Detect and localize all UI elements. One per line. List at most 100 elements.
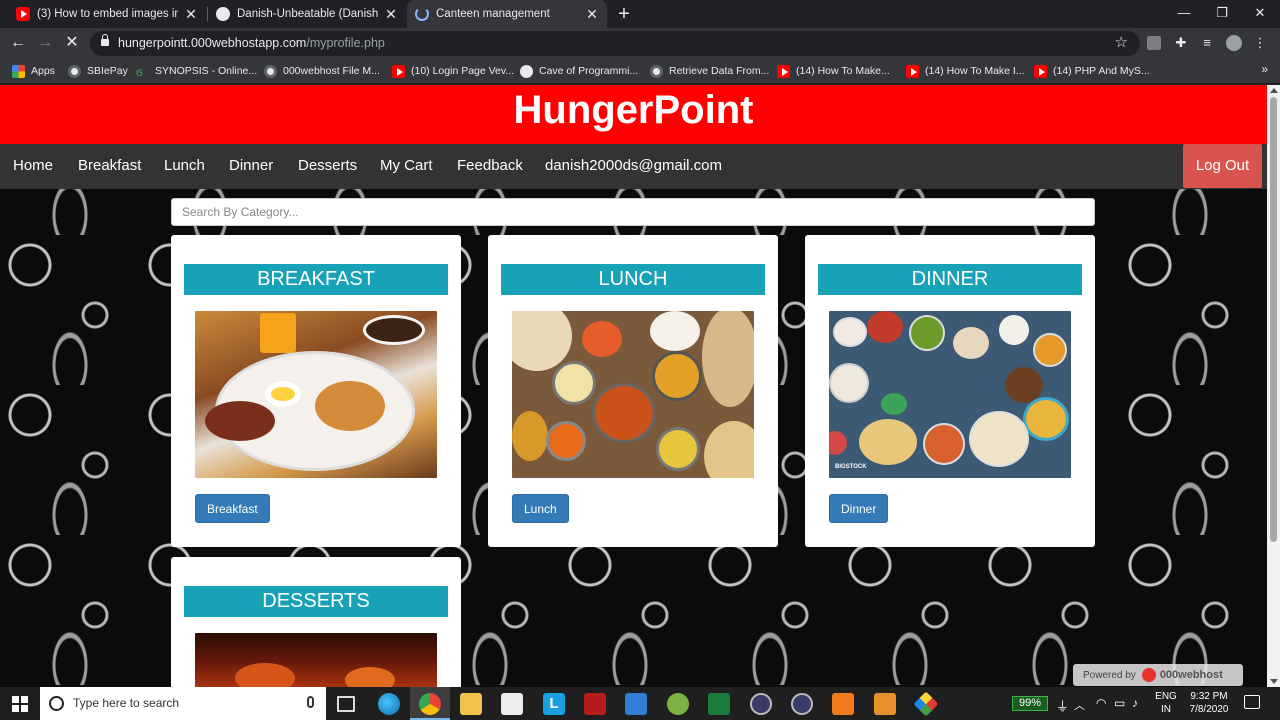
chrome-icon[interactable] [419, 693, 441, 715]
nav-dinner[interactable]: Dinner [229, 144, 273, 189]
dinner-button[interactable]: Dinner [829, 494, 889, 523]
bookmark-item[interactable]: (10) Login Page Vev... [392, 63, 514, 79]
mcafee-shield-icon[interactable] [584, 693, 606, 715]
windows-start-icon[interactable] [12, 696, 28, 712]
profile-avatar[interactable] [1226, 35, 1242, 51]
forward-arrow-icon[interactable]: → [35, 33, 55, 53]
dinner-image: BIGSTOCK [829, 311, 1071, 478]
address-bar[interactable]: hungerpointt.000webhostapp.com/myprofile… [90, 31, 1140, 56]
page-viewport: HungerPoint Home Breakfast Lunch Dinner … [0, 85, 1267, 687]
bookmark-star-icon[interactable]: ☆ [1115, 33, 1128, 51]
powered-by-brand: 000webhost [1159, 669, 1223, 681]
sublime-text-icon[interactable] [874, 693, 896, 715]
bookmark-item[interactable]: Cave of Programmi... [520, 63, 638, 79]
spreadsheet-icon[interactable] [708, 693, 730, 715]
chevron-up-icon[interactable]: ︿ [1074, 697, 1085, 720]
mail-icon[interactable] [625, 693, 647, 715]
l-app-icon[interactable]: L [543, 693, 565, 715]
clock[interactable]: 9:32 PM 7/8/2020 [1184, 687, 1234, 720]
notifications-icon[interactable] [1244, 695, 1260, 709]
new-tab-icon[interactable]: + [614, 3, 634, 25]
git-kraken-icon[interactable] [913, 691, 939, 717]
category-search-input[interactable] [171, 198, 1095, 226]
bookmark-item[interactable]: (14) How To Make... [777, 63, 890, 79]
volume-icon[interactable]: ♪ [1132, 696, 1138, 720]
eclipse-icon-2[interactable] [791, 693, 813, 715]
close-icon[interactable]: ✕ [384, 6, 398, 23]
stop-loading-icon[interactable]: ✕ [62, 33, 82, 53]
site-brand[interactable]: HungerPoint [514, 86, 754, 134]
edge-browser-icon[interactable] [378, 693, 400, 715]
android-studio-icon[interactable] [667, 693, 689, 715]
window-close-icon[interactable]: ✕ [1242, 0, 1278, 28]
url-path: /myprofile.php [306, 36, 385, 50]
bookmark-item[interactable]: (14) PHP And MyS... [1034, 63, 1150, 79]
browser-tab-strip: (3) How to embed images in Gith ✕ Danish… [0, 0, 1280, 28]
nav-my-cart[interactable]: My Cart [380, 144, 433, 189]
input-language[interactable]: ENG IN [1153, 687, 1179, 720]
nav-feedback[interactable]: Feedback [457, 144, 523, 189]
bookmark-item[interactable]: Retrieve Data From... [650, 63, 769, 79]
kebab-menu-icon[interactable]: ⋮ [1252, 35, 1268, 51]
puzzle-extensions-icon[interactable]: ✚ [1173, 35, 1189, 51]
bookmark-item[interactable]: SBIePay [68, 63, 128, 79]
store-bag-icon[interactable] [501, 693, 523, 715]
xampp-icon[interactable] [832, 693, 854, 715]
browser-tab[interactable]: Danish-Unbeatable (Danish-Unbe ✕ [208, 0, 406, 28]
desserts-image [195, 633, 437, 687]
microphone-icon[interactable] [307, 696, 314, 708]
file-explorer-icon[interactable] [460, 693, 482, 715]
page-scrollbar[interactable] [1267, 85, 1280, 687]
lock-icon [101, 34, 109, 46]
nav-user-email[interactable]: danish2000ds@gmail.com [545, 144, 722, 189]
scroll-up-arrow-icon[interactable] [1270, 88, 1278, 93]
scroll-down-arrow-icon[interactable] [1270, 679, 1278, 684]
card-heading: DINNER [818, 264, 1082, 295]
browser-tab[interactable]: (3) How to embed images in Gith ✕ [8, 0, 206, 28]
nav-desserts[interactable]: Desserts [298, 144, 357, 189]
bookmarks-overflow-icon[interactable]: » [1261, 62, 1268, 76]
breakfast-button[interactable]: Breakfast [195, 494, 270, 523]
extension-icon[interactable] [1147, 36, 1161, 50]
bookmark-item[interactable]: ϭ SYNOPSIS - Online... [136, 63, 257, 79]
tab-title: (3) How to embed images in Gith [37, 8, 178, 20]
tab-title: Danish-Unbeatable (Danish-Unbe [237, 8, 378, 20]
category-card-breakfast: BREAKFAST Breakfast [171, 235, 461, 547]
battery-indicator[interactable]: 99% [1012, 696, 1048, 711]
nav-lunch[interactable]: Lunch [164, 144, 205, 189]
nav-home[interactable]: Home [13, 144, 53, 189]
lunch-button[interactable]: Lunch [512, 494, 569, 523]
youtube-icon [906, 64, 919, 78]
battery-tray-icon[interactable]: ▭ [1114, 696, 1125, 720]
yin-yang-icon [520, 64, 533, 78]
bookmark-item[interactable]: 000webhost File M... [264, 63, 380, 79]
nav-breakfast[interactable]: Breakfast [78, 144, 141, 189]
maximize-icon[interactable]: ❐ [1204, 0, 1240, 28]
synopsis-icon: ϭ [136, 64, 143, 79]
youtube-icon [392, 64, 405, 78]
scrollbar-thumb[interactable] [1270, 97, 1277, 542]
media-control-icon[interactable]: ≡ [1199, 35, 1215, 51]
url-text[interactable]: hungerpointt.000webhostapp.com/myprofile… [118, 36, 385, 50]
wifi-icon[interactable]: ◠ [1096, 696, 1106, 720]
close-icon[interactable]: ✕ [184, 6, 198, 23]
browser-tab-active[interactable]: Canteen management ✕ [407, 0, 607, 28]
eclipse-icon[interactable] [750, 693, 772, 715]
bookmark-item[interactable]: (14) How To Make I... [906, 63, 1025, 79]
back-arrow-icon[interactable]: ← [8, 33, 28, 53]
taskbar-search-box[interactable]: Type here to search [40, 687, 326, 720]
power-plug-icon[interactable]: ⏚ [1056, 696, 1069, 720]
youtube-icon [1034, 64, 1047, 78]
category-card-desserts: DESSERTS [171, 557, 461, 687]
category-card-dinner: DINNER BIGSTOCK Dinner [805, 235, 1095, 547]
bookmark-label: SBIePay [87, 65, 128, 77]
bookmark-label: (14) PHP And MyS... [1053, 65, 1150, 77]
task-view-icon[interactable] [337, 696, 355, 712]
logout-button[interactable]: Log Out [1183, 144, 1262, 188]
minimize-icon[interactable]: — [1166, 0, 1202, 28]
bookmark-apps[interactable]: Apps [12, 63, 55, 79]
image-watermark: BIGSTOCK [835, 464, 867, 470]
tab-title: Canteen management [436, 8, 550, 20]
powered-by-badge[interactable]: Powered by 000webhost [1073, 664, 1243, 686]
close-icon[interactable]: ✕ [585, 6, 599, 23]
